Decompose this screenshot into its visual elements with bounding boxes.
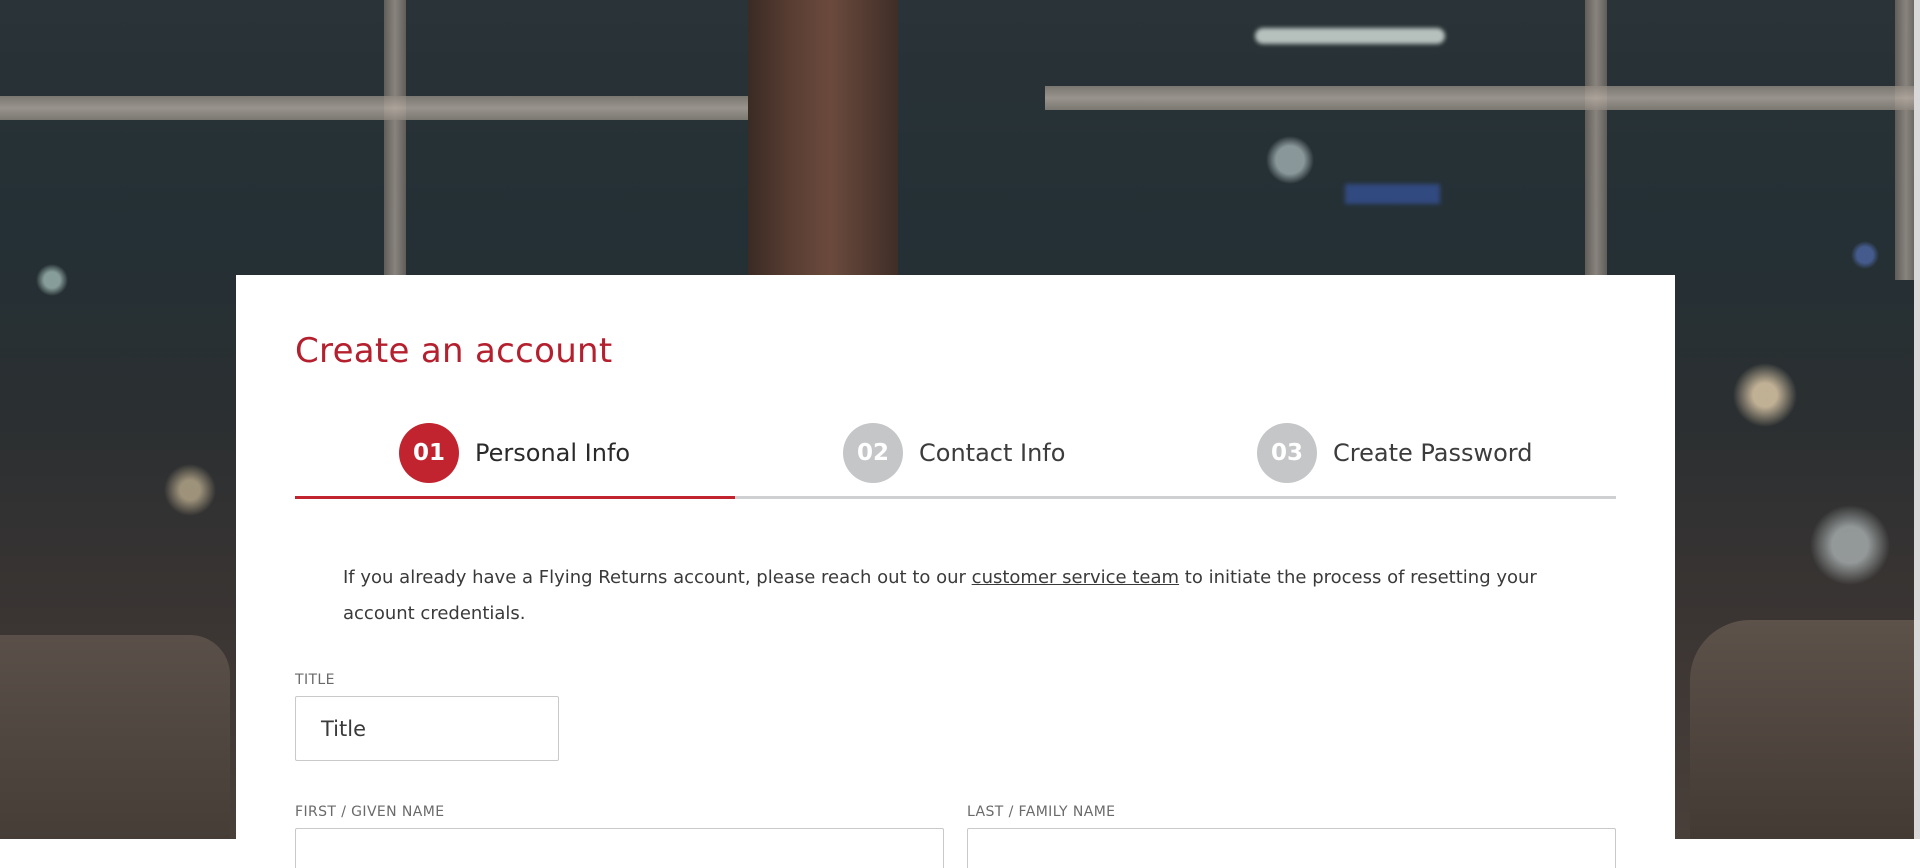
window-frame — [1045, 86, 1920, 110]
step-number-badge: 03 — [1257, 423, 1317, 483]
last-name-label: LAST / FAMILY NAME — [967, 804, 1116, 820]
page-title: Create an account — [295, 331, 613, 371]
step-create-password[interactable]: 03 Create Password — [1257, 423, 1532, 483]
step-number-badge: 01 — [399, 423, 459, 483]
step-label: Contact Info — [919, 439, 1066, 467]
pillar — [748, 0, 898, 280]
notice-text: If you already have a Flying Returns acc… — [343, 567, 972, 588]
existing-account-notice: If you already have a Flying Returns acc… — [343, 560, 1608, 632]
lounge-chair — [1690, 620, 1920, 839]
page-scrollbar[interactable] — [1914, 0, 1920, 839]
step-contact-info[interactable]: 02 Contact Info — [843, 423, 1065, 483]
customer-service-link[interactable]: customer service team — [972, 567, 1179, 588]
lounge-chair — [0, 635, 230, 839]
first-name-label: FIRST / GIVEN NAME — [295, 804, 445, 820]
window-frame — [384, 0, 406, 280]
registration-stepper: 01 Personal Info 02 Contact Info 03 Crea… — [295, 423, 1616, 499]
window-frame — [1585, 0, 1607, 280]
title-field-label: TITLE — [295, 672, 335, 688]
progress-bar-fill — [295, 496, 735, 499]
step-label: Personal Info — [475, 439, 631, 467]
window-frame — [0, 96, 748, 120]
create-account-card: Create an account 01 Personal Info 02 Co… — [236, 275, 1675, 868]
last-name-input[interactable] — [967, 828, 1616, 868]
title-select[interactable]: Title — [295, 696, 559, 761]
step-personal-info[interactable]: 01 Personal Info — [399, 423, 630, 483]
first-name-input[interactable] — [295, 828, 944, 868]
step-label: Create Password — [1333, 439, 1533, 467]
step-number-badge: 02 — [843, 423, 903, 483]
ceiling-light — [1255, 28, 1445, 44]
background-sign — [1345, 184, 1440, 204]
